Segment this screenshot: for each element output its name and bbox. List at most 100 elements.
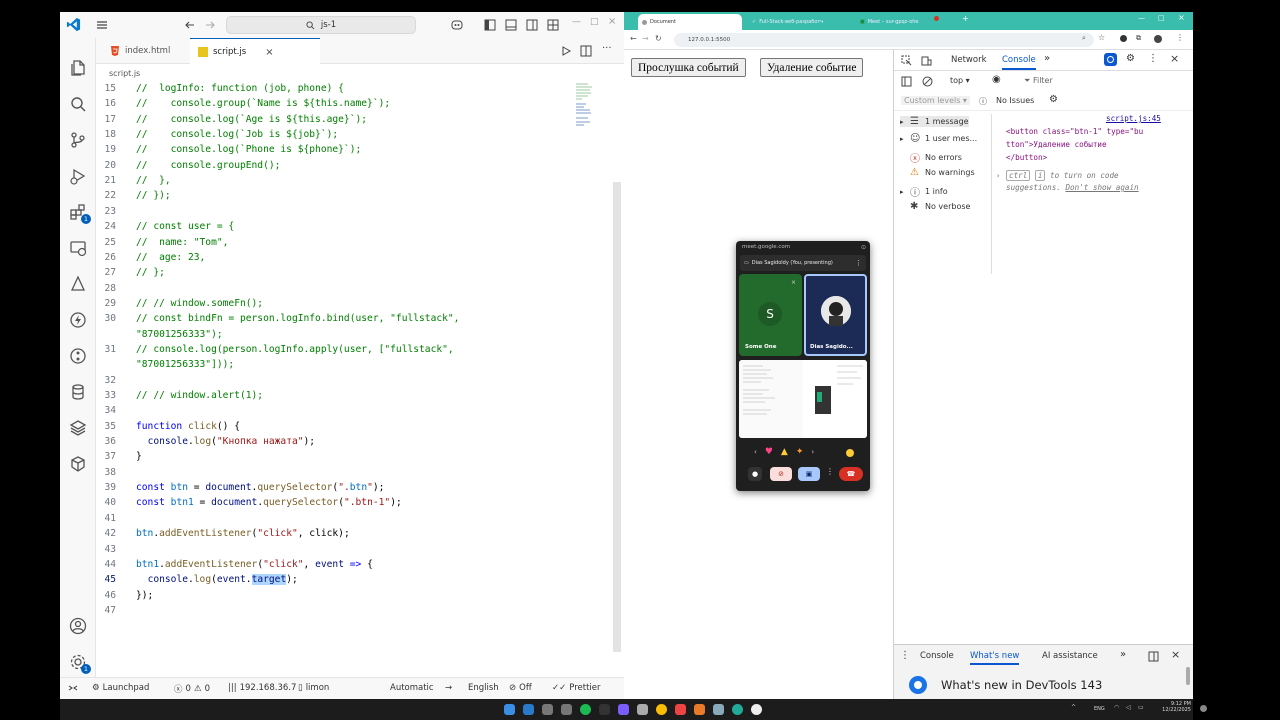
remove-event-button[interactable]: Удаление событие — [760, 58, 864, 77]
user-item[interactable]: ▯ limon — [298, 683, 329, 693]
new-tab-icon[interactable]: + — [962, 14, 969, 23]
layout-secondary-icon[interactable] — [526, 19, 538, 31]
split-editor-icon[interactable] — [580, 45, 592, 57]
task-view-icon[interactable] — [542, 704, 553, 715]
indent-item[interactable]: Automatic — [390, 683, 434, 693]
drawer-tab-whats-new[interactable]: What's new — [970, 651, 1020, 665]
maximize-icon[interactable]: □ — [590, 17, 599, 27]
present-button[interactable]: ▣ — [798, 467, 820, 481]
command-center-search[interactable]: js-1 — [226, 16, 416, 34]
device-toolbar-icon[interactable] — [921, 55, 932, 66]
code-line[interactable]: // age: 23, — [136, 252, 205, 263]
tab-script-js[interactable]: script.js × — [190, 38, 320, 65]
devtools-settings-icon[interactable]: ⚙ — [1126, 53, 1135, 64]
code-line[interactable]: const btn = document.querySelector(".btn… — [136, 482, 384, 493]
code-line[interactable]: }); — [136, 590, 153, 601]
drawer-more-icon[interactable]: » — [1120, 649, 1126, 660]
clock[interactable]: 9:12 PM 12/22/2025 — [1155, 701, 1191, 713]
back-icon[interactable]: ← — [630, 34, 637, 43]
app-icon-1[interactable] — [618, 704, 629, 715]
code-line[interactable]: btn1.addEventListener("click", event => … — [136, 559, 373, 570]
pin-icon[interactable]: ⊙ — [861, 244, 866, 251]
extensions-puzzle-icon[interactable]: ⧉ — [1136, 34, 1141, 43]
clear-console-icon[interactable] — [922, 76, 933, 87]
testing-icon[interactable] — [68, 274, 88, 294]
launchpad-item[interactable]: ⚙ Launchpad — [92, 683, 149, 693]
bookmark-star-icon[interactable]: ☆ — [1098, 33, 1105, 42]
close-tab-icon[interactable]: × — [265, 47, 273, 58]
account-icon[interactable] — [68, 616, 88, 636]
participant-tile-2[interactable]: Dias Sagido... — [804, 274, 867, 356]
minimize-browser-icon[interactable]: — — [1138, 14, 1145, 22]
profile-avatar-icon[interactable] — [1154, 35, 1162, 43]
explorer-icon[interactable] — [68, 58, 88, 78]
code-line[interactable]: "87001256333"])); — [136, 359, 234, 370]
input-language[interactable]: ENG — [1094, 706, 1105, 712]
vscode-taskbar-icon[interactable] — [523, 704, 534, 715]
app-icon-4[interactable] — [694, 704, 705, 715]
code-line[interactable]: btn.addEventListener("click", click); — [136, 528, 350, 539]
copilot-icon[interactable] — [450, 18, 466, 31]
code-line[interactable]: // }, — [136, 175, 171, 186]
context-select[interactable]: top ▾ — [950, 76, 970, 85]
ip-item[interactable]: ||| 192.168.36.7 — [228, 683, 296, 693]
tray-chevron-icon[interactable]: ^ — [1071, 704, 1076, 711]
code-line[interactable]: // const bindFn = person.logInfo.bind(us… — [136, 313, 459, 324]
sidebar-row[interactable]: ▸ ⓘ 1 info — [900, 184, 948, 199]
inspect-element-icon[interactable] — [901, 55, 912, 66]
more-tabs-icon[interactable]: » — [1044, 53, 1050, 64]
close-drawer-icon[interactable]: × — [1171, 648, 1180, 661]
prettier-item[interactable]: ✓✓ Prettier — [552, 683, 601, 693]
run-debug-icon[interactable] — [68, 166, 88, 186]
code-line[interactable]: // }; — [136, 267, 165, 278]
code-line[interactable]: const btn1 = document.querySelector(".bt… — [136, 497, 402, 508]
spotify-icon[interactable] — [580, 704, 591, 715]
participant-tile-1[interactable]: S ⨯ Some One — [739, 274, 802, 356]
party-reaction-icon[interactable]: ✦ — [796, 447, 804, 457]
code-line[interactable]: "87001256333"); — [136, 329, 223, 340]
layout-custom-icon[interactable] — [547, 19, 559, 31]
mic-button[interactable]: ● — [748, 467, 762, 481]
minimap[interactable] — [576, 82, 600, 132]
tab-index-html[interactable]: index.html — [102, 38, 178, 64]
language-item[interactable]: English — [468, 683, 499, 693]
close-window-icon[interactable]: × — [608, 16, 616, 27]
containers-icon[interactable] — [68, 454, 88, 474]
log-line-3[interactable]: </button> — [1006, 153, 1047, 162]
next-reaction-icon[interactable]: › — [811, 448, 814, 456]
code-editor[interactable]: 15 // logInfo: function (job, phone) {16 /… — [96, 81, 616, 651]
back-arrow-icon[interactable] — [184, 19, 196, 31]
run-file-icon[interactable] — [560, 45, 572, 57]
reload-icon[interactable]: ↻ — [655, 34, 662, 43]
close-browser-icon[interactable]: × — [1178, 13, 1185, 22]
app-icon-3[interactable] — [675, 704, 686, 715]
browser-tab-course[interactable]: ✓ Full-Stack-веб-разработч — [748, 14, 852, 30]
log-line-2[interactable]: tton">Удаление событие — [1006, 140, 1107, 149]
remote-indicator-icon[interactable] — [68, 683, 78, 693]
breadcrumb[interactable]: script.js — [109, 69, 140, 78]
browser-tab-meet[interactable]: ■ Meet – sur-gpqz-ohe — [856, 14, 956, 30]
search-view-icon[interactable] — [68, 94, 88, 114]
levels-dropdown[interactable]: Custom levels ▾ — [901, 96, 970, 105]
file-explorer-taskbar-icon[interactable] — [561, 704, 572, 715]
more-options-icon[interactable]: ⋮ — [826, 467, 834, 476]
code-line[interactable]: // console.log(`Phone is ${phone}`); — [136, 144, 361, 155]
source-control-icon[interactable] — [68, 130, 88, 150]
console-settings-icon[interactable]: ⚙ — [1049, 94, 1058, 105]
chrome-icon[interactable] — [656, 704, 667, 715]
code-line[interactable]: // console.log(`Age is ${this.age}`); — [136, 114, 367, 125]
app-icon-6[interactable] — [732, 704, 743, 715]
camera-button[interactable]: ⊘ — [770, 467, 792, 481]
code-line[interactable]: // // window.someFn(); — [136, 298, 263, 309]
app-icon-7[interactable] — [751, 704, 762, 715]
maximize-browser-icon[interactable]: □ — [1158, 14, 1165, 22]
code-line[interactable]: // name: "Tom", — [136, 237, 228, 248]
sidebar-toggle-icon[interactable] — [901, 76, 912, 87]
dont-show-again-link[interactable]: Don't show again — [1065, 183, 1138, 192]
more-actions-icon[interactable]: ··· — [602, 43, 612, 54]
terminal-icon[interactable] — [599, 704, 610, 715]
drawer-tab-console[interactable]: Console — [920, 651, 954, 661]
log-source-link[interactable]: script.js:45 — [1106, 114, 1161, 123]
app-icon-5[interactable] — [713, 704, 724, 715]
code-line[interactable]: // }); — [136, 190, 171, 201]
